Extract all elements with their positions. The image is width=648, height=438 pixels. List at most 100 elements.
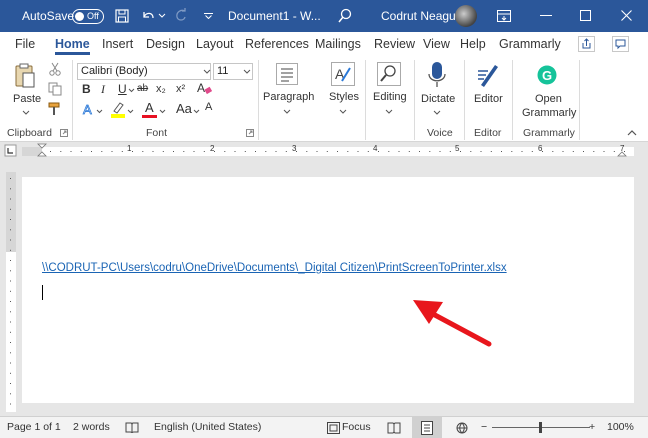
web-layout-icon[interactable] (456, 422, 470, 434)
font-name-box[interactable]: Calibri (Body) (77, 63, 211, 80)
highlight-dropdown-icon[interactable] (127, 109, 134, 114)
title-bar: AutoSave Off Document1 - W... Codrut Nea… (0, 0, 648, 32)
editing-button[interactable]: Editing (373, 91, 407, 103)
word-count[interactable]: 2 words (73, 417, 110, 438)
close-icon[interactable] (621, 10, 632, 21)
ruler-tick (193, 151, 195, 152)
clear-formatting-icon[interactable]: A (196, 80, 212, 96)
user-name[interactable]: Codrut Neagu (381, 0, 456, 32)
zoom-slider-thumb[interactable] (539, 422, 542, 433)
italic-button[interactable]: I (101, 82, 105, 97)
minimize-icon[interactable] (540, 15, 552, 17)
document-page[interactable]: \\CODRUT-PC\Users\codru\OneDrive\Documen… (22, 177, 634, 403)
zoom-out-button[interactable]: − (481, 417, 487, 438)
shrink-font-button[interactable]: A (205, 101, 212, 113)
ruler-tick (306, 151, 308, 152)
paste-icon[interactable] (13, 63, 37, 89)
bold-button[interactable]: B (82, 82, 91, 96)
font-name-dropdown-icon[interactable] (203, 69, 211, 75)
subscript-button[interactable]: x₂ (156, 83, 166, 95)
underline-dropdown-icon[interactable] (128, 88, 135, 93)
avatar[interactable] (455, 5, 477, 27)
dictate-button[interactable]: Dictate (421, 93, 455, 105)
tab-grammarly[interactable]: Grammarly (499, 32, 561, 56)
collapse-ribbon-icon[interactable] (627, 130, 637, 136)
search-icon[interactable] (338, 8, 352, 23)
ruler-tick (316, 151, 318, 152)
ribbon-display-options-icon[interactable] (496, 8, 512, 24)
tab-design[interactable]: Design (146, 32, 185, 56)
text-effects-icon[interactable]: A (82, 102, 96, 118)
proofing-book-icon[interactable] (125, 422, 139, 434)
superscript-button[interactable]: x² (176, 83, 185, 95)
page-count[interactable]: Page 1 of 1 (7, 417, 61, 438)
ruler-ticks (4, 143, 634, 157)
open-grammarly-line1[interactable]: Open (535, 93, 562, 105)
undo-icon[interactable] (140, 8, 156, 24)
font-color-button[interactable]: A (145, 100, 154, 115)
vertical-ruler-tick (10, 372, 11, 374)
maximize-icon[interactable] (580, 10, 591, 21)
clipboard-launcher-icon[interactable] (60, 129, 68, 137)
font-launcher-icon[interactable] (246, 129, 254, 137)
vertical-ruler[interactable] (6, 172, 16, 412)
format-painter-icon[interactable] (48, 102, 62, 116)
tab-mailings[interactable]: Mailings (315, 32, 361, 56)
focus-button[interactable]: Focus (342, 417, 371, 438)
open-grammarly-line2[interactable]: Grammarly (522, 107, 576, 119)
language[interactable]: English (United States) (154, 417, 261, 438)
editing-icon[interactable] (377, 62, 401, 86)
tab-review[interactable]: Review (374, 32, 415, 56)
separator (579, 60, 580, 140)
styles-icon[interactable]: A (331, 62, 355, 86)
paste-dropdown-icon[interactable] (22, 110, 30, 116)
tab-view[interactable]: View (423, 32, 450, 56)
text-effects-dropdown-icon[interactable] (96, 109, 103, 114)
paragraph-button[interactable]: Paragraph (263, 91, 314, 103)
styles-dropdown-icon[interactable] (339, 109, 347, 115)
ruler-tick (50, 151, 51, 152)
undo-dropdown-icon[interactable] (158, 13, 166, 19)
cut-icon[interactable] (48, 62, 62, 76)
highlight-color-icon[interactable] (110, 101, 126, 118)
tab-references[interactable]: References (245, 32, 309, 56)
zoom-level[interactable]: 100% (607, 417, 634, 438)
tab-home[interactable]: Home (55, 32, 90, 56)
microphone-icon[interactable] (428, 61, 446, 89)
vertical-scrollbar[interactable] (640, 160, 648, 416)
vertical-ruler-tick (10, 331, 11, 333)
underline-button[interactable]: U (118, 82, 127, 96)
copy-icon[interactable] (48, 82, 62, 96)
font-size-dropdown-icon[interactable] (243, 69, 251, 75)
zoom-in-button[interactable]: + (589, 417, 595, 438)
tab-insert[interactable]: Insert (102, 32, 133, 56)
grammarly-icon[interactable]: G (537, 65, 557, 85)
editor-pen-icon[interactable] (476, 61, 500, 89)
horizontal-ruler[interactable]: 1 2 3 4 5 6 7 (0, 142, 648, 160)
paragraph-dropdown-icon[interactable] (283, 109, 291, 115)
editor-button[interactable]: Editor (474, 93, 503, 105)
comments-icon[interactable] (612, 36, 629, 52)
save-icon[interactable] (115, 9, 129, 23)
read-mode-icon[interactable] (387, 422, 401, 434)
tab-help[interactable]: Help (460, 32, 486, 56)
paragraph-icon[interactable] (276, 63, 298, 85)
tab-file[interactable]: File (15, 32, 35, 56)
ruler-tick (224, 151, 226, 152)
change-case-button[interactable]: Aa (176, 101, 192, 116)
customize-qat-icon[interactable] (204, 13, 213, 19)
autosave-toggle[interactable]: Off (72, 9, 104, 24)
dictate-dropdown-icon[interactable] (433, 110, 441, 116)
document-hyperlink[interactable]: \\CODRUT-PC\Users\codru\OneDrive\Documen… (42, 262, 507, 274)
ruler-tick (460, 151, 461, 152)
share-icon[interactable] (578, 36, 595, 52)
strikethrough-button[interactable]: ab (137, 83, 148, 94)
font-color-dropdown-icon[interactable] (159, 109, 166, 114)
focus-icon[interactable] (327, 422, 340, 434)
editing-dropdown-icon[interactable] (385, 109, 393, 115)
styles-button[interactable]: Styles (329, 91, 359, 103)
paste-button[interactable]: Paste (13, 93, 41, 105)
tab-layout[interactable]: Layout (196, 32, 234, 56)
redo-icon[interactable] (173, 8, 189, 24)
change-case-dropdown-icon[interactable] (193, 109, 200, 114)
